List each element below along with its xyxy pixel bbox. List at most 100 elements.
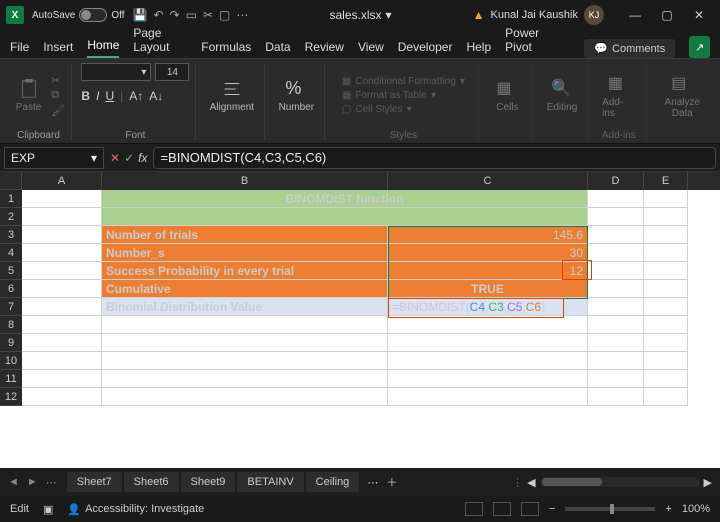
tab-help[interactable]: Help <box>466 36 491 58</box>
row-header[interactable]: 4 <box>0 244 22 262</box>
col-header-b[interactable]: B <box>102 172 388 190</box>
conditional-formatting-button[interactable]: ▦Conditional Formatting▾ <box>342 76 465 87</box>
page-break-view-icon[interactable] <box>521 502 539 516</box>
tab-insert[interactable]: Insert <box>43 36 73 58</box>
format-as-table-button[interactable]: ▦Format as Table▾ <box>342 90 436 101</box>
cell-b3[interactable]: Number of trials <box>102 226 388 244</box>
tab-sheet9[interactable]: Sheet9 <box>181 472 236 492</box>
cell-c3[interactable]: 145.6 <box>388 226 588 244</box>
name-box[interactable]: EXP ▾ <box>4 147 104 169</box>
underline-button[interactable]: U <box>105 89 114 103</box>
new-sheet-icon[interactable]: ＋ <box>386 474 397 490</box>
row-header[interactable]: 6 <box>0 280 22 298</box>
col-header-d[interactable]: D <box>588 172 644 190</box>
editing-button[interactable]: 🔍Editing <box>543 76 582 115</box>
undo-icon[interactable]: ↶ <box>153 8 163 22</box>
bold-button[interactable]: B <box>81 89 90 103</box>
maximize-button[interactable]: ▢ <box>652 3 682 27</box>
paste-button[interactable]: Paste <box>12 76 46 115</box>
number-format-button[interactable]: % Number <box>275 76 319 115</box>
save-icon[interactable]: 💾 <box>133 8 148 22</box>
normal-view-icon[interactable] <box>465 502 483 516</box>
row-header[interactable]: 5 <box>0 262 22 280</box>
hscroll-thumb[interactable] <box>542 478 602 486</box>
row-header[interactable]: 3 <box>0 226 22 244</box>
accept-formula-icon[interactable]: ✓ <box>124 151 134 165</box>
tab-file[interactable]: File <box>10 36 29 58</box>
cell-styles-button[interactable]: ▢Cell Styles▾ <box>342 104 412 115</box>
row-header[interactable]: 2 <box>0 208 22 226</box>
col-header-c[interactable]: C <box>388 172 588 190</box>
italic-button[interactable]: I <box>96 89 99 103</box>
tab-home[interactable]: Home <box>87 34 119 58</box>
cell-title[interactable]: BINOMDIST function <box>102 190 588 208</box>
prev-sheet-icon[interactable]: ◄ <box>8 476 19 489</box>
fx-icon[interactable]: fx <box>138 151 147 165</box>
tab-betainv[interactable]: BETAINV <box>237 472 303 492</box>
tab-developer[interactable]: Developer <box>398 36 453 58</box>
cell-c5[interactable]: 12 <box>388 262 588 280</box>
zoom-out-icon[interactable]: − <box>549 503 555 515</box>
cell-b4[interactable]: Number_s <box>102 244 388 262</box>
format-painter-icon[interactable]: 🖌 <box>51 104 65 117</box>
cut-icon[interactable]: ✂ <box>203 8 213 22</box>
addins-button[interactable]: ▦Add-ins <box>598 71 639 121</box>
row-header[interactable]: 9 <box>0 334 22 352</box>
accessibility-status[interactable]: 👤 Accessibility: Investigate <box>67 503 204 516</box>
tab-sheet6[interactable]: Sheet6 <box>124 472 179 492</box>
cell-c4[interactable]: 30 <box>388 244 588 262</box>
tab-review[interactable]: Review <box>305 36 344 58</box>
share-button[interactable]: ↗ <box>689 36 710 58</box>
zoom-slider[interactable] <box>565 507 655 511</box>
tab-ceiling[interactable]: Ceiling <box>306 472 360 492</box>
page-layout-view-icon[interactable] <box>493 502 511 516</box>
row-header[interactable]: 11 <box>0 370 22 388</box>
more-sheets-icon[interactable]: ⋯ <box>46 476 57 489</box>
cell-c7-active[interactable]: =BINOMDIST(C4,C3,C5,C6) <box>388 298 588 316</box>
analyze-data-button[interactable]: ▤Analyze Data <box>656 71 708 121</box>
cell-b6[interactable]: Cumulative <box>102 280 388 298</box>
warning-icon[interactable]: ▲ <box>473 8 485 22</box>
copy-icon[interactable]: ⧉ <box>51 89 65 102</box>
font-name-combo[interactable]: ▾ <box>81 63 151 81</box>
cell-b5[interactable]: Success Probability in every trial <box>102 262 388 280</box>
increase-font-icon[interactable]: A↑ <box>129 89 143 103</box>
cells[interactable]: BINOMDIST function Number of trials145.6… <box>22 190 720 468</box>
decrease-font-icon[interactable]: A↓ <box>149 89 163 103</box>
tab-formulas[interactable]: Formulas <box>201 36 251 58</box>
row-header[interactable]: 12 <box>0 388 22 406</box>
autosave-toggle[interactable] <box>79 8 107 22</box>
col-header-a[interactable]: A <box>22 172 102 190</box>
tab-power-pivot[interactable]: Power Pivot <box>505 22 556 58</box>
zoom-level[interactable]: 100% <box>682 503 710 515</box>
col-header-e[interactable]: E <box>644 172 688 190</box>
touch-icon[interactable]: ▭ <box>186 8 197 22</box>
file-name[interactable]: sales.xlsx ▾ <box>256 8 464 22</box>
worksheet[interactable]: A B C D E 1 2 3 4 5 6 7 8 9 10 11 12 BIN… <box>0 172 720 468</box>
tab-sheet7[interactable]: Sheet7 <box>67 472 122 492</box>
autosave[interactable]: AutoSave Off <box>32 8 125 22</box>
tab-data[interactable]: Data <box>265 36 290 58</box>
cancel-formula-icon[interactable]: ✕ <box>110 151 120 165</box>
row-header[interactable]: 10 <box>0 352 22 370</box>
zoom-in-icon[interactable]: + <box>665 503 671 515</box>
cell[interactable] <box>22 190 102 208</box>
row-header[interactable]: 7 <box>0 298 22 316</box>
row-header[interactable]: 8 <box>0 316 22 334</box>
cell-c6[interactable]: TRUE <box>388 280 588 298</box>
formula-input[interactable]: =BINOMDIST(C4,C3,C5,C6) <box>153 147 716 169</box>
scroll-right-icon[interactable]: ▶ <box>704 476 712 489</box>
tab-view[interactable]: View <box>358 36 384 58</box>
cell-b7[interactable]: Binomial Distribution Value <box>102 298 388 316</box>
tab-page-layout[interactable]: Page Layout <box>133 22 187 58</box>
row-headers[interactable]: 1 2 3 4 5 6 7 8 9 10 11 12 <box>0 190 22 406</box>
font-size-combo[interactable]: 14 <box>155 63 189 81</box>
new-icon[interactable]: ▢ <box>219 8 230 22</box>
column-headers[interactable]: A B C D E <box>22 172 720 190</box>
comments-button[interactable]: 💬 Comments <box>584 39 675 58</box>
cells-button[interactable]: ▦Cells <box>492 76 522 115</box>
redo-icon[interactable]: ↷ <box>170 8 180 22</box>
stats-icon[interactable]: ▣ <box>43 503 53 516</box>
row-header[interactable]: 1 <box>0 190 22 208</box>
next-sheet-icon[interactable]: ► <box>27 476 38 489</box>
